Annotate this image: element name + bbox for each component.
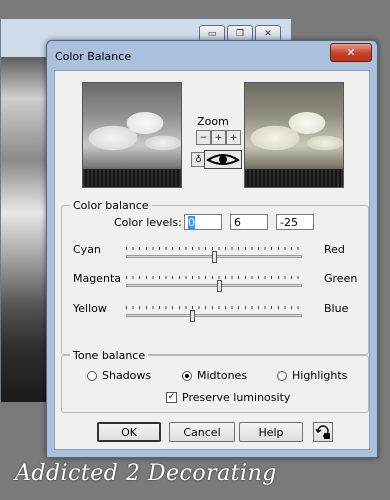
dialog-client-area: Zoom 1:1 − + + ♁ Color balance Color lev… <box>54 70 370 450</box>
highlights-label[interactable]: Highlights <box>292 369 347 382</box>
shadows-label[interactable]: Shadows <box>102 369 151 382</box>
color-balance-dialog: Color Balance ✕ Zoom 1:1 − + + ♁ Color b… <box>46 40 378 458</box>
dialog-close-button[interactable]: ✕ <box>330 43 372 62</box>
magenta-label: Magenta <box>73 272 122 285</box>
cyan-red-slider-thumb[interactable] <box>212 251 217 263</box>
preserve-luminosity-checkbox[interactable]: ✓ <box>166 392 177 403</box>
magenta-green-slider-thumb[interactable] <box>217 280 223 292</box>
yellow-label: Yellow <box>73 302 107 315</box>
before-preview[interactable] <box>82 82 182 188</box>
tone-balance-group: Tone balance Shadows Midtones Highlights… <box>61 349 369 413</box>
color-levels-label: Color levels: <box>114 216 182 229</box>
eye-preview-icon[interactable] <box>204 150 242 169</box>
pan-icon[interactable]: + <box>211 130 226 145</box>
midtones-label[interactable]: Midtones <box>197 369 247 382</box>
zoom-out-icon[interactable]: − <box>196 130 211 145</box>
help-button[interactable]: Help <box>239 422 303 442</box>
color-balance-legend: Color balance <box>70 199 152 212</box>
magenta-green-slider[interactable] <box>126 284 302 287</box>
background-photo <box>1 57 49 402</box>
highlights-radio[interactable] <box>277 371 287 381</box>
ok-button[interactable]: OK <box>97 422 161 442</box>
preserve-luminosity-label[interactable]: Preserve luminosity <box>182 391 290 404</box>
dialog-title: Color Balance <box>55 50 132 63</box>
yellow-blue-slider-thumb[interactable] <box>190 310 195 322</box>
magenta-green-level-input[interactable]: 6 <box>230 214 268 230</box>
yellow-blue-slider[interactable] <box>126 314 302 317</box>
dialog-titlebar[interactable]: Color Balance ✕ <box>47 41 377 69</box>
zoom-in-icon[interactable]: + <box>226 130 241 145</box>
midtones-radio[interactable] <box>182 371 192 381</box>
watermark-text: Addicted 2 Decorating <box>15 461 277 486</box>
blue-label: Blue <box>324 302 349 315</box>
green-label: Green <box>324 272 358 285</box>
cyan-red-level-input[interactable]: 0 <box>184 214 222 230</box>
color-balance-group: Color balance Color levels: 0 6 -25 Cyan… <box>61 199 369 355</box>
shadows-radio[interactable] <box>87 371 97 381</box>
tone-balance-legend: Tone balance <box>70 349 149 362</box>
cyan-label: Cyan <box>73 243 101 256</box>
yellow-blue-level-input[interactable]: -25 <box>276 214 314 230</box>
red-label: Red <box>324 243 345 256</box>
after-preview[interactable] <box>244 82 344 188</box>
reset-defaults-icon[interactable] <box>313 422 333 442</box>
cancel-button[interactable]: Cancel <box>169 422 235 442</box>
